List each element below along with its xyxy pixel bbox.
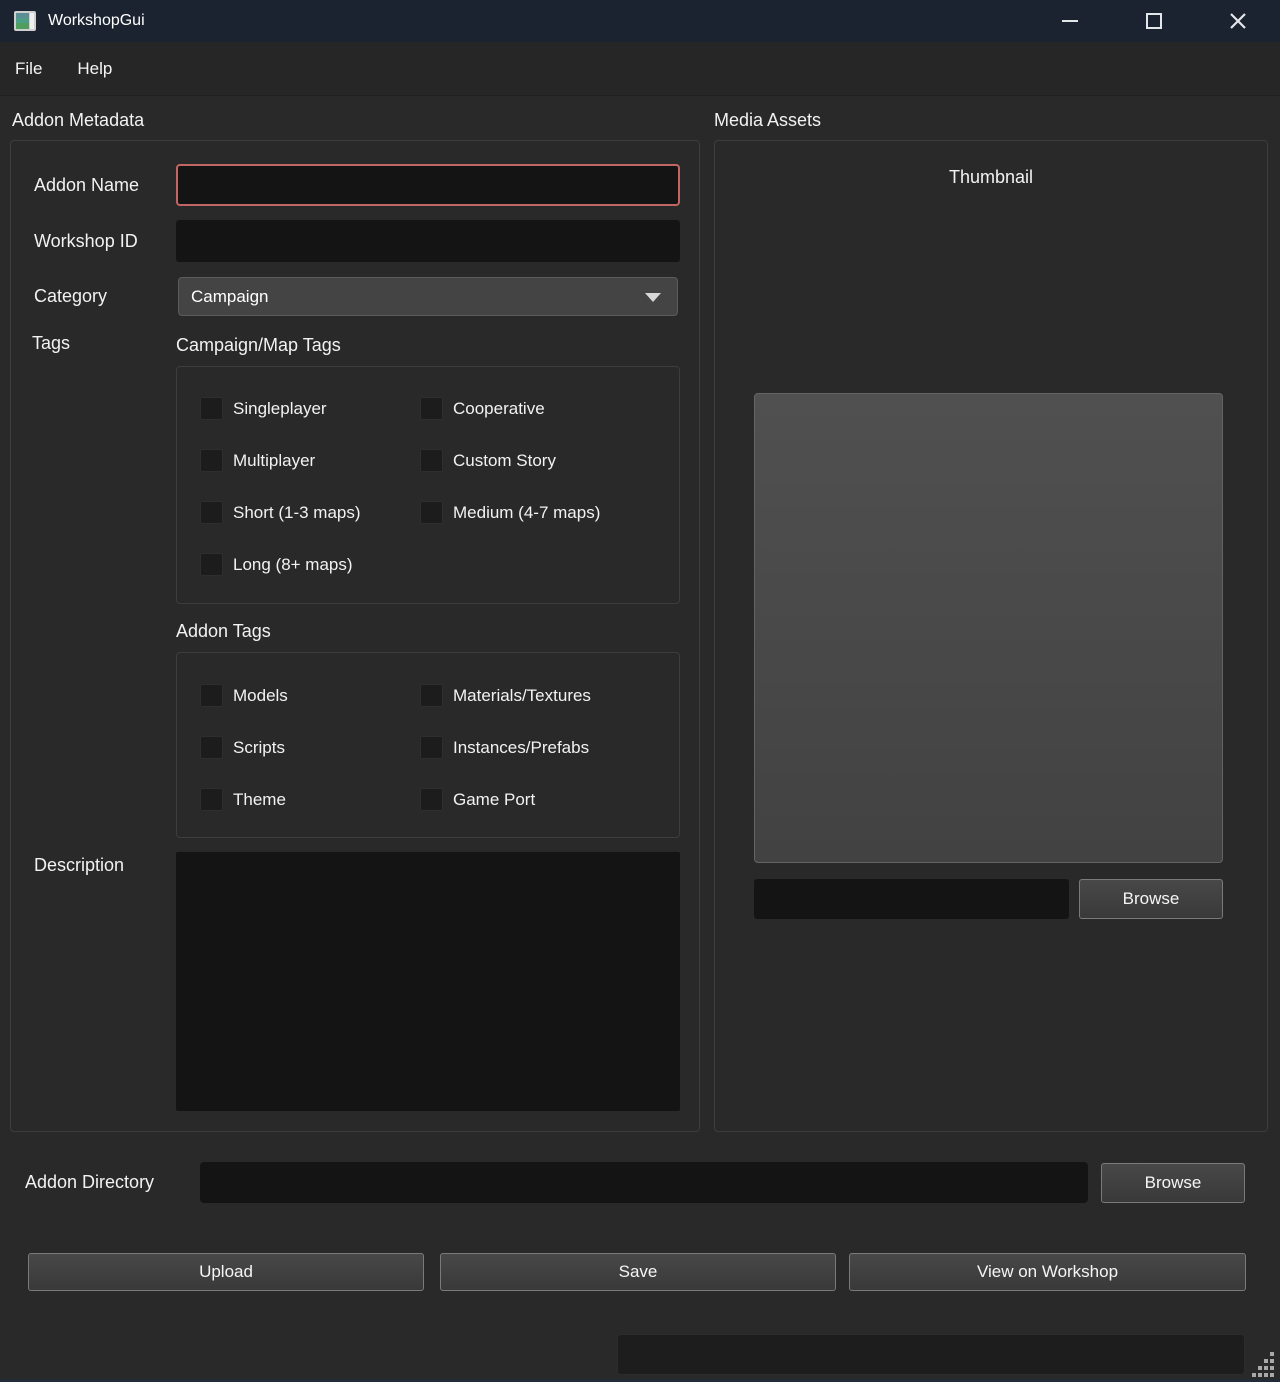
- view-on-workshop-button[interactable]: View on Workshop: [849, 1253, 1246, 1291]
- tags-label: Tags: [32, 331, 70, 355]
- checkbox-custom-story[interactable]: Custom Story: [420, 449, 673, 472]
- category-select[interactable]: Campaign: [178, 277, 678, 316]
- checkbox-box[interactable]: [200, 788, 223, 811]
- close-button[interactable]: [1196, 0, 1280, 42]
- chevron-down-icon: [645, 293, 661, 302]
- minimize-icon: [1061, 12, 1079, 30]
- addon-tags-title: Addon Tags: [176, 619, 271, 643]
- close-icon: [1229, 12, 1247, 30]
- menu-file[interactable]: File: [13, 55, 44, 83]
- checkbox-box[interactable]: [200, 449, 223, 472]
- checkbox-box[interactable]: [420, 788, 443, 811]
- maximize-icon: [1145, 12, 1163, 30]
- menubar: File Help: [0, 42, 1280, 96]
- campaign-map-tags-title: Campaign/Map Tags: [176, 333, 341, 357]
- description-textarea[interactable]: [176, 852, 680, 1111]
- titlebar: WorkshopGui: [0, 0, 1280, 42]
- media-assets-groupbox: Thumbnail Browse: [714, 140, 1268, 1132]
- checkbox-cooperative[interactable]: Cooperative: [420, 397, 673, 420]
- workshop-id-label: Workshop ID: [34, 220, 138, 262]
- addon-directory-browse-button[interactable]: Browse: [1101, 1163, 1245, 1203]
- checkbox-models[interactable]: Models: [200, 684, 420, 707]
- checkbox-theme[interactable]: Theme: [200, 788, 420, 811]
- checkbox-box[interactable]: [200, 736, 223, 759]
- thumbnail-path-input[interactable]: [754, 879, 1069, 919]
- checkbox-medium-maps[interactable]: Medium (4-7 maps): [420, 501, 673, 524]
- checkbox-box[interactable]: [200, 501, 223, 524]
- checkbox-singleplayer[interactable]: Singleplayer: [200, 397, 420, 420]
- checkbox-instances-prefabs[interactable]: Instances/Prefabs: [420, 736, 673, 759]
- checkbox-box[interactable]: [420, 449, 443, 472]
- checkbox-box[interactable]: [200, 553, 223, 576]
- media-assets-section-title: Media Assets: [714, 110, 821, 131]
- upload-progress-bar: [617, 1334, 1245, 1375]
- checkbox-box[interactable]: [420, 501, 443, 524]
- checkbox-scripts[interactable]: Scripts: [200, 736, 420, 759]
- window-title: WorkshopGui: [48, 12, 145, 30]
- workshop-id-input[interactable]: [176, 220, 680, 262]
- campaign-map-tags-groupbox: Singleplayer Cooperative Multiplayer Cus…: [176, 366, 680, 604]
- addon-name-input[interactable]: [176, 164, 680, 206]
- checkbox-box[interactable]: [420, 736, 443, 759]
- addon-directory-label: Addon Directory: [25, 1162, 154, 1203]
- addon-name-label: Addon Name: [34, 164, 139, 206]
- addon-directory-input[interactable]: [200, 1162, 1088, 1203]
- menu-help[interactable]: Help: [75, 55, 114, 83]
- resize-grip-icon[interactable]: [1250, 1350, 1276, 1378]
- maximize-button[interactable]: [1112, 0, 1196, 42]
- addon-metadata-section-title: Addon Metadata: [12, 110, 144, 131]
- checkbox-short-maps[interactable]: Short (1-3 maps): [200, 501, 420, 524]
- checkbox-multiplayer[interactable]: Multiplayer: [200, 449, 420, 472]
- checkbox-materials-textures[interactable]: Materials/Textures: [420, 684, 673, 707]
- checkbox-box[interactable]: [200, 684, 223, 707]
- category-selected-value: Campaign: [191, 287, 269, 307]
- checkbox-box[interactable]: [200, 397, 223, 420]
- thumbnail-label: Thumbnail: [715, 167, 1267, 188]
- checkbox-box[interactable]: [420, 684, 443, 707]
- description-label: Description: [34, 853, 124, 877]
- upload-button[interactable]: Upload: [28, 1253, 424, 1291]
- checkbox-long-maps[interactable]: Long (8+ maps): [200, 553, 420, 576]
- minimize-button[interactable]: [1028, 0, 1112, 42]
- thumbnail-preview: [754, 393, 1223, 863]
- checkbox-game-port[interactable]: Game Port: [420, 788, 673, 811]
- save-button[interactable]: Save: [440, 1253, 836, 1291]
- checkbox-box[interactable]: [420, 397, 443, 420]
- app-icon: [14, 10, 36, 32]
- thumbnail-browse-button[interactable]: Browse: [1079, 879, 1223, 919]
- addon-tags-groupbox: Models Materials/Textures Scripts Instan…: [176, 652, 680, 838]
- addon-metadata-groupbox: Addon Name Workshop ID Category Campaign…: [10, 140, 700, 1132]
- category-label: Category: [34, 277, 107, 316]
